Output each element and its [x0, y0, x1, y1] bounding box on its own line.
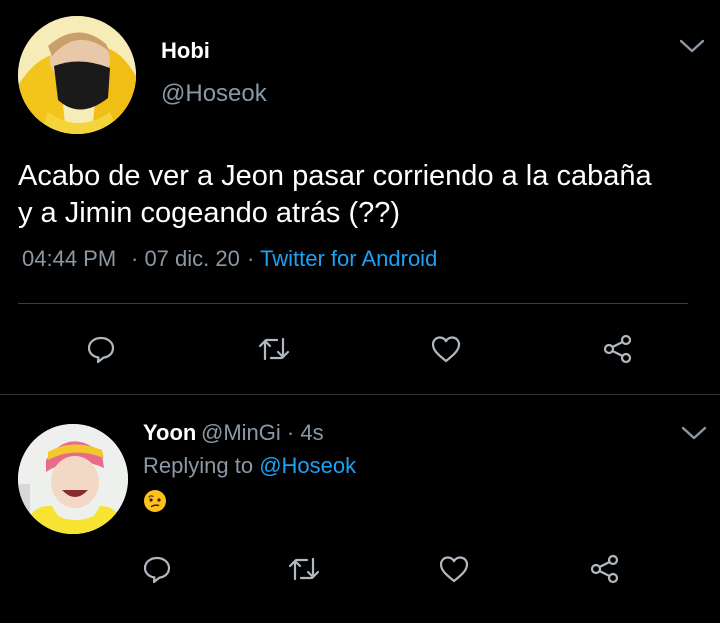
share-icon: [590, 554, 619, 584]
retweet-button[interactable]: [284, 549, 324, 589]
heart-icon: [431, 336, 461, 363]
like-button[interactable]: [426, 329, 466, 369]
user-handle-time[interactable]: @MinGi · 4s: [201, 420, 324, 446]
display-name[interactable]: Yoon: [143, 420, 196, 446]
tweet-text: Acabo de ver a Jeon pasar corriendo a la…: [18, 158, 708, 232]
tweet-text-line: Acabo de ver a Jeon pasar corriendo a la…: [18, 160, 652, 192]
chevron-down-icon[interactable]: [679, 38, 705, 54]
avatar-image: [18, 424, 128, 534]
share-icon: [603, 334, 632, 364]
display-name[interactable]: Hobi: [161, 38, 210, 64]
user-handle[interactable]: @Hoseok: [161, 80, 267, 108]
avatar-image: [18, 16, 136, 134]
divider: [0, 394, 720, 395]
replying-to: Replying to @Hoseok: [143, 453, 356, 479]
reply-button[interactable]: [137, 549, 177, 589]
tweet-text-line: y a Jimin cogeando atrás (??): [18, 197, 401, 229]
chevron-down-icon[interactable]: [681, 425, 707, 441]
replying-to-link[interactable]: @Hoseok: [259, 453, 356, 478]
avatar[interactable]: [18, 424, 128, 534]
retweet-icon: [288, 557, 320, 581]
reply-button[interactable]: [81, 329, 121, 369]
divider: [18, 303, 688, 304]
tweet-time: 04:44 PM: [22, 246, 117, 271]
like-button[interactable]: [434, 549, 474, 589]
avatar[interactable]: [18, 16, 136, 134]
replying-prefix: Replying to: [143, 453, 254, 478]
comment-icon: [143, 556, 171, 584]
share-button[interactable]: [598, 329, 638, 369]
tweet-date: · 07 dic. 20: [131, 246, 240, 271]
confused-face-icon: [143, 489, 167, 513]
retweet-button[interactable]: [254, 329, 294, 369]
tweet-source-link[interactable]: Twitter for Android: [260, 246, 437, 272]
share-button[interactable]: [585, 549, 625, 589]
comment-icon: [87, 336, 115, 364]
retweet-icon: [258, 337, 290, 361]
heart-icon: [439, 556, 469, 583]
source-separator: ·: [247, 246, 255, 271]
